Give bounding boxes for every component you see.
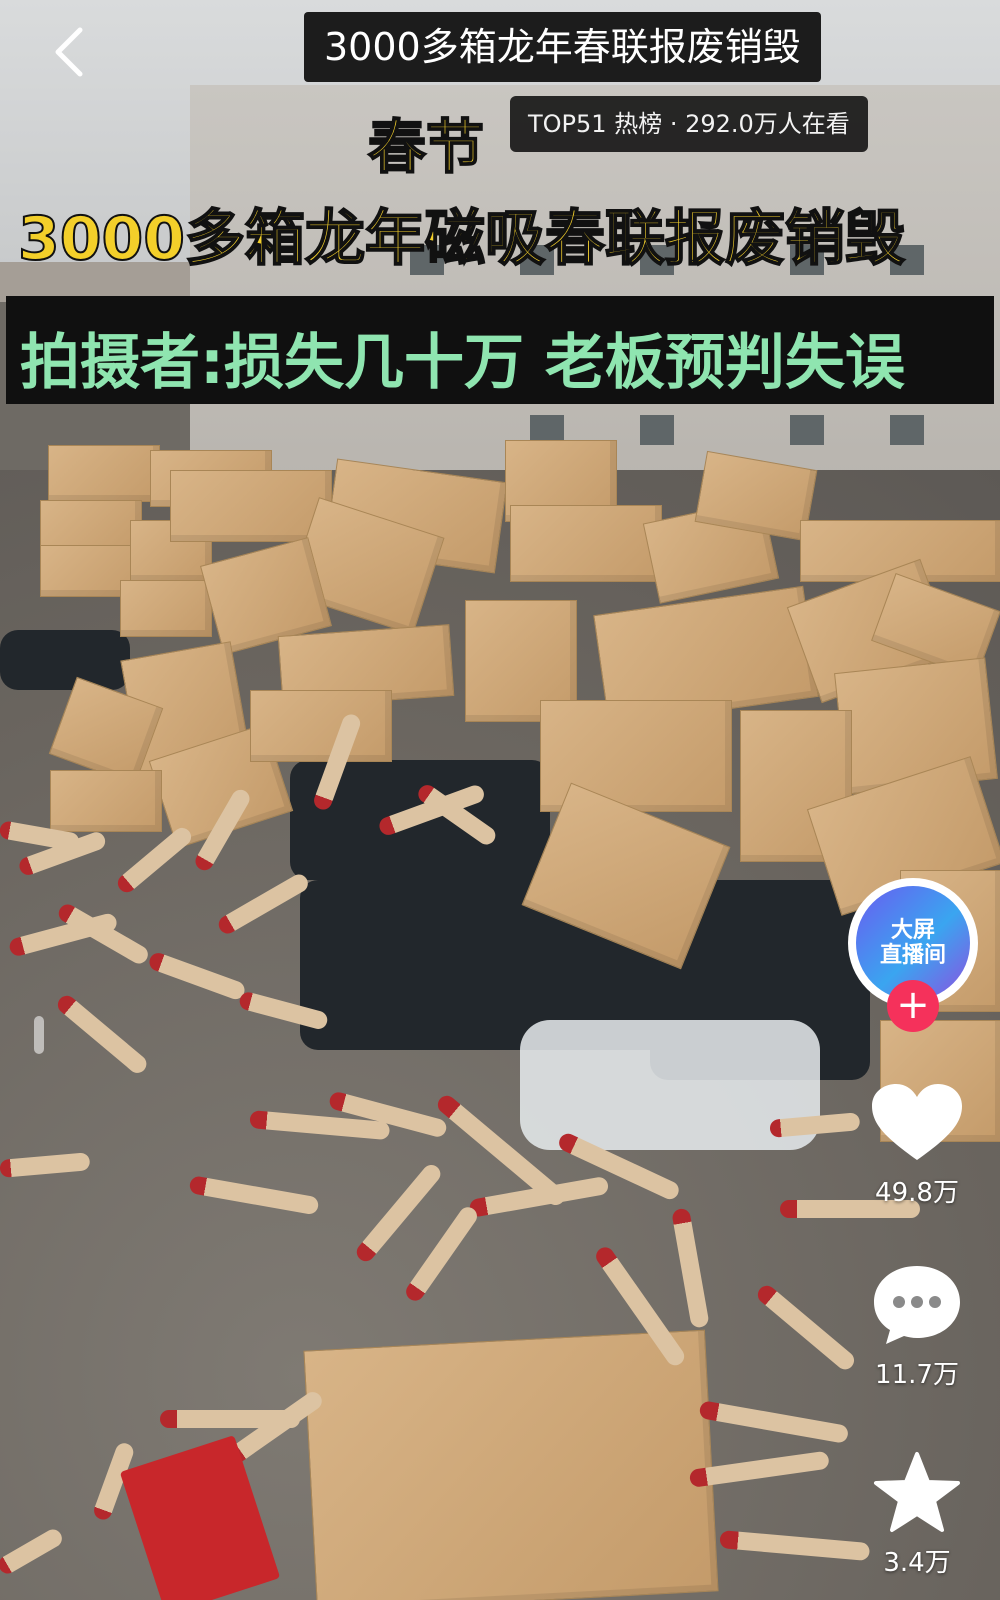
favorite-button[interactable]: 3.4万 <box>866 1450 968 1579</box>
back-button[interactable] <box>48 22 92 82</box>
cardboard-box <box>250 690 392 762</box>
comment-icon <box>874 1266 960 1344</box>
cardboard-box <box>120 580 212 637</box>
caption-line-2: 3000多箱龙年磁吸春联报废销毁 <box>17 203 906 275</box>
debris <box>0 630 130 690</box>
like-button[interactable]: 49.8万 <box>866 1080 968 1209</box>
star-icon <box>874 1452 960 1532</box>
video-player[interactable]: 3000多箱龙年春联报废销毁 春节 TOP51 热榜 · 292.0万人在看 3… <box>0 0 1000 1600</box>
comment-count: 11.7万 <box>875 1360 959 1390</box>
live-logo-text-1: 大屏 <box>890 917 935 943</box>
heart-icon <box>872 1084 962 1160</box>
comment-button[interactable]: 11.7万 <box>866 1262 968 1391</box>
cardboard-box <box>48 445 160 502</box>
cardboard-box <box>510 505 662 582</box>
caption-line-3: 拍摄者:损失几十万 老板预判失误 <box>20 328 905 398</box>
live-logo-text-2: 直播间 <box>879 943 946 968</box>
like-count: 49.8万 <box>875 1178 959 1208</box>
cardboard-box <box>50 770 162 832</box>
cardboard-box <box>303 1329 719 1600</box>
follow-button[interactable]: + <box>887 980 939 1032</box>
video-title[interactable]: 3000多箱龙年春联报废销毁 <box>304 12 821 82</box>
hot-list-badge[interactable]: TOP51 热榜 · 292.0万人在看 <box>510 96 868 152</box>
progress-indicator <box>34 1016 44 1054</box>
favorite-count: 3.4万 <box>883 1548 951 1578</box>
chevron-left-icon <box>55 27 83 77</box>
caption-line-1: 春节 <box>367 112 485 182</box>
